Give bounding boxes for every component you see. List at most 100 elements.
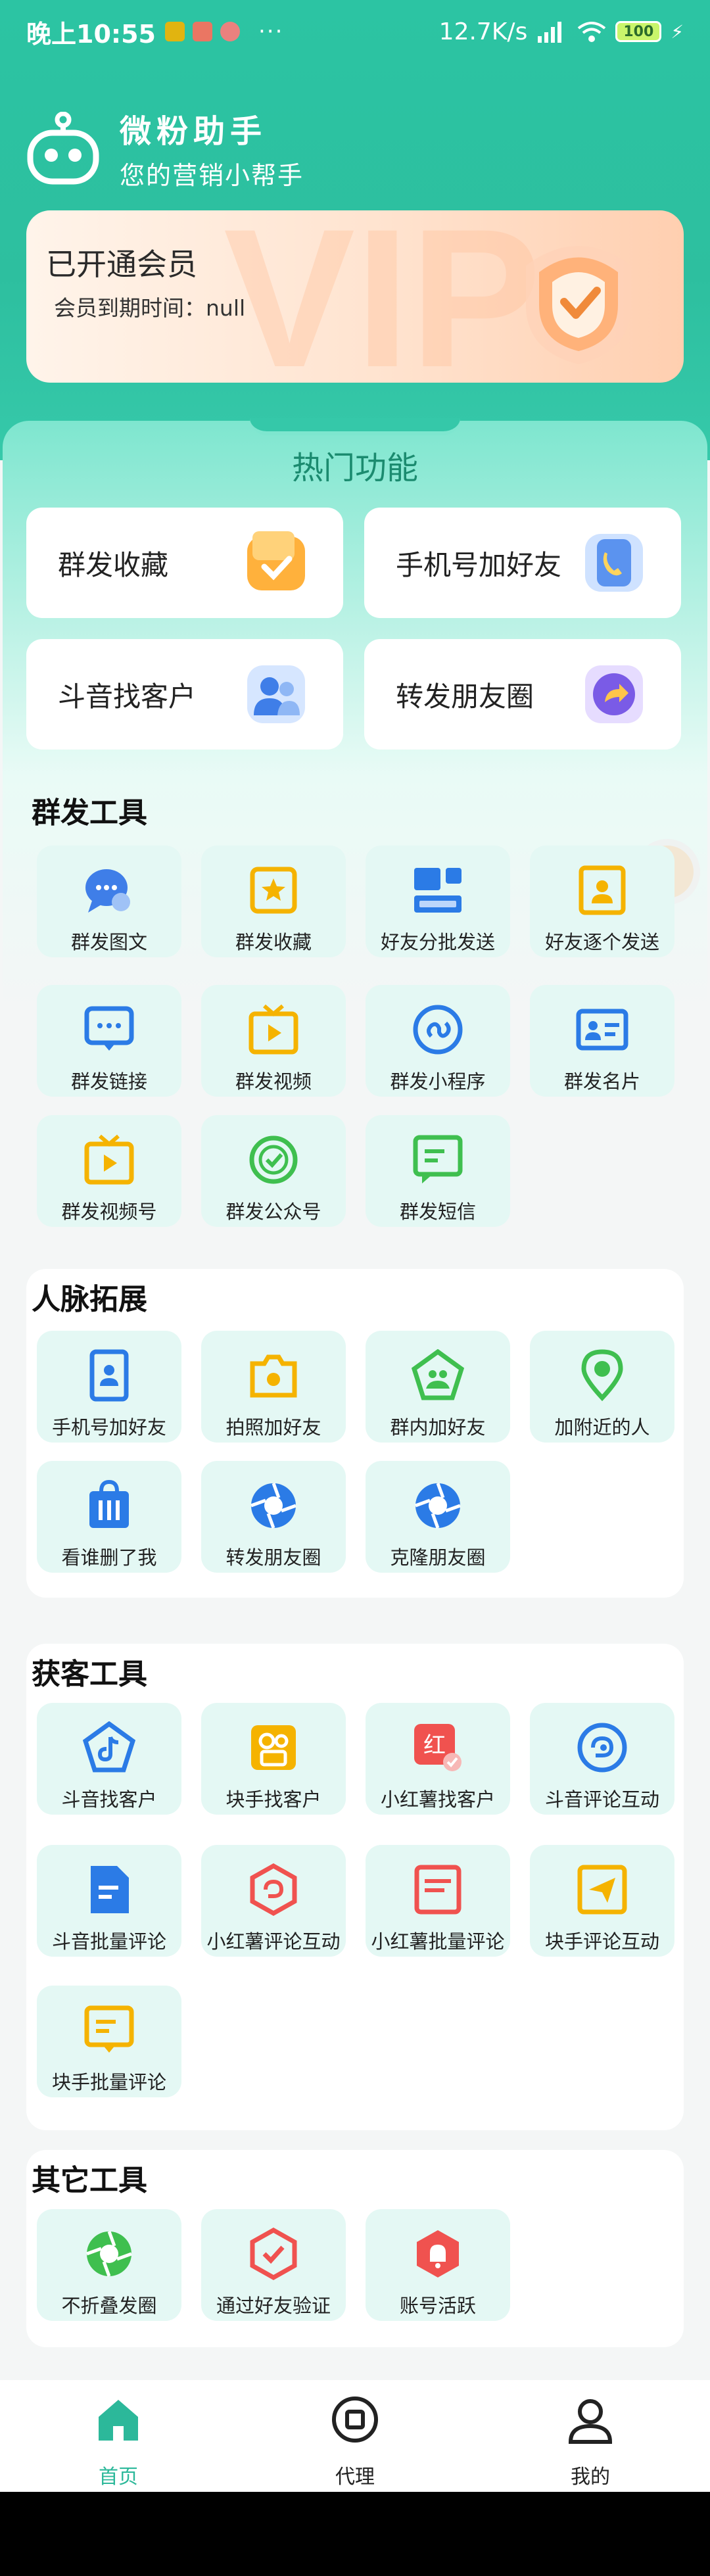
message-box-icon [84, 2005, 134, 2053]
app-brand: 微粉助手 您的营销小帮手 [26, 105, 304, 191]
tab-agent[interactable]: 代理 [289, 2393, 421, 2489]
contact-card-icon [579, 865, 626, 915]
tool-kuaishou-comment-interact[interactable]: 块手评论互动 [530, 1845, 674, 1957]
bottom-tab-bar: 首页 代理 我的 [0, 2380, 710, 2492]
app-notification-icon [164, 22, 185, 41]
home-icon [99, 2400, 138, 2441]
kuaishou-icon [251, 1725, 296, 1770]
tool-kuaishou-batch-comment[interactable]: 块手批量评论 [37, 1986, 181, 2097]
tab-profile[interactable]: 我的 [525, 2393, 656, 2489]
tool-add-in-group[interactable]: 群内加好友 [366, 1331, 510, 1443]
chat-bubble-icon [85, 869, 130, 913]
tool-label: 拍照加好友 [225, 1416, 321, 1439]
tool-label: 块手评论互动 [544, 1930, 659, 1953]
hot-item-forward-moments[interactable]: 转发朋友圈 [364, 639, 681, 750]
tool-label: 群发短信 [399, 1201, 476, 1223]
hot-features-title: 热门功能 [291, 450, 418, 487]
tool-accept-friend-requests[interactable]: 通过好友验证 [201, 2209, 346, 2321]
tv-play-icon [248, 1004, 298, 1055]
hexagon-bell-icon [417, 2230, 459, 2278]
status-time: 晚上10:55 [26, 19, 156, 49]
vip-card[interactable]: VIP 已开通会员 会员到期时间：null [26, 210, 684, 383]
tool-label: 斗音找客户 [61, 1788, 157, 1811]
tool-group-send-sms[interactable]: 群发短信 [366, 1115, 510, 1227]
tool-clone-moments[interactable]: 克隆朋友圈 [366, 1461, 510, 1573]
vip-expire: 会员到期时间：null [54, 295, 246, 321]
tool-label: 小红薯批量评论 [371, 1930, 505, 1953]
tool-label: 斗音评论互动 [544, 1788, 659, 1811]
tool-label: 小红薯评论互动 [206, 1930, 341, 1953]
id-card-icon [576, 1009, 628, 1051]
battery-icon: 100 [615, 21, 662, 42]
tool-forward-moments[interactable]: 转发朋友圈 [201, 1461, 346, 1573]
star-folder-icon [250, 867, 297, 914]
app-notification-icon [192, 22, 212, 41]
tool-group-send-official-account[interactable]: 群发公众号 [201, 1115, 346, 1227]
hot-item-douyin-customers[interactable]: 斗音找客户 [26, 639, 343, 750]
tool-account-active[interactable]: 账号活跃 [366, 2209, 510, 2321]
tool-label: 群发小程序 [390, 1070, 486, 1093]
tool-group-send-card[interactable]: 群发名片 [530, 985, 674, 1097]
hot-item-label: 转发朋友圈 [396, 680, 534, 713]
hot-item-label: 手机号加好友 [396, 548, 562, 581]
tool-douyin-batch-comment[interactable]: 斗音批量评论 [37, 1845, 181, 1957]
tool-xiaohongshu-customers[interactable]: 红 小红薯找客户 [366, 1703, 510, 1815]
section-title-acquire: 获客工具 [32, 1658, 147, 1691]
tool-label: 群发视频号 [61, 1201, 157, 1223]
tool-label: 手机号加好友 [51, 1416, 166, 1439]
tool-xiaohongshu-comment-interact[interactable]: 小红薯评论互动 [201, 1845, 346, 1957]
tool-label: 块手批量评论 [51, 2071, 166, 2093]
tab-home[interactable]: 首页 [53, 2393, 184, 2489]
hot-item-add-by-phone[interactable]: 手机号加好友 [364, 508, 681, 618]
tool-batch-send-friends[interactable]: 好友分批发送 [366, 846, 510, 957]
tool-group-send-channels[interactable]: 群发视频号 [37, 1115, 181, 1227]
tool-douyin-comment-interact[interactable]: 斗音评论互动 [530, 1703, 674, 1815]
tool-add-by-photo[interactable]: 拍照加好友 [201, 1331, 346, 1443]
tool-send-one-by-one[interactable]: 好友逐个发送 [530, 846, 674, 957]
tool-label: 转发朋友圈 [225, 1546, 321, 1569]
hexagon-check-icon [250, 2228, 297, 2280]
tool-label: 斗音批量评论 [51, 1930, 166, 1953]
tool-kuaishou-customers[interactable]: 块手找客户 [201, 1703, 346, 1815]
tool-label: 好友逐个发送 [544, 931, 659, 953]
group-pentagon-icon [412, 1349, 464, 1400]
tool-group-send-video[interactable]: 群发视频 [201, 985, 346, 1097]
note-list-icon [414, 1865, 462, 1915]
tool-who-deleted-me[interactable]: 看谁删了我 [37, 1461, 181, 1573]
hot-item-label: 群发收藏 [58, 548, 169, 581]
star-folder-icon [247, 531, 305, 590]
panel-notch [250, 418, 460, 435]
tool-label: 群发公众号 [225, 1201, 321, 1223]
app-subtitle: 您的营销小帮手 [120, 161, 304, 190]
robot-logo-icon [27, 111, 99, 184]
tool-group-send-link[interactable]: 群发链接 [37, 985, 181, 1097]
section-title-network: 人脉拓展 [32, 1283, 147, 1316]
trash-bag-icon [89, 1479, 129, 1528]
tool-no-fold-post[interactable]: 不折叠发圈 [37, 2209, 181, 2321]
tab-label: 首页 [99, 2466, 138, 2489]
hot-item-group-send-favorites[interactable]: 群发收藏 [26, 508, 343, 618]
tool-add-by-phone[interactable]: 手机号加好友 [37, 1331, 181, 1443]
tool-label: 块手找客户 [225, 1788, 321, 1811]
app-title: 微粉助手 [120, 113, 268, 150]
tool-label: 账号活跃 [399, 2295, 476, 2317]
tool-label: 群内加好友 [390, 1416, 486, 1439]
location-pin-icon [581, 1349, 623, 1402]
tool-label: 群发名片 [563, 1070, 640, 1093]
tool-xiaohongshu-batch-comment[interactable]: 小红薯批量评论 [366, 1845, 510, 1957]
tool-douyin-customers[interactable]: 斗音找客户 [37, 1703, 181, 1815]
agent-icon [332, 2397, 378, 2443]
tool-label: 看谁删了我 [61, 1546, 157, 1569]
more-notifications-icon: ··· [258, 18, 284, 45]
tool-group-send-mini-program[interactable]: 群发小程序 [366, 985, 510, 1097]
tool-add-nearby[interactable]: 加附近的人 [530, 1331, 674, 1443]
tool-label: 不折叠发圈 [61, 2295, 157, 2317]
aperture-green-icon [86, 2231, 132, 2277]
tool-label: 通过好友验证 [216, 2295, 331, 2317]
grid-blocks-icon [414, 868, 462, 913]
vip-title: 已开通会员 [46, 247, 197, 282]
document-icon [91, 1866, 129, 1913]
message-dots-icon [84, 1006, 134, 1051]
tool-group-send-image-text[interactable]: 群发图文 [37, 846, 181, 957]
tool-group-send-favorites[interactable]: 群发收藏 [201, 846, 346, 957]
